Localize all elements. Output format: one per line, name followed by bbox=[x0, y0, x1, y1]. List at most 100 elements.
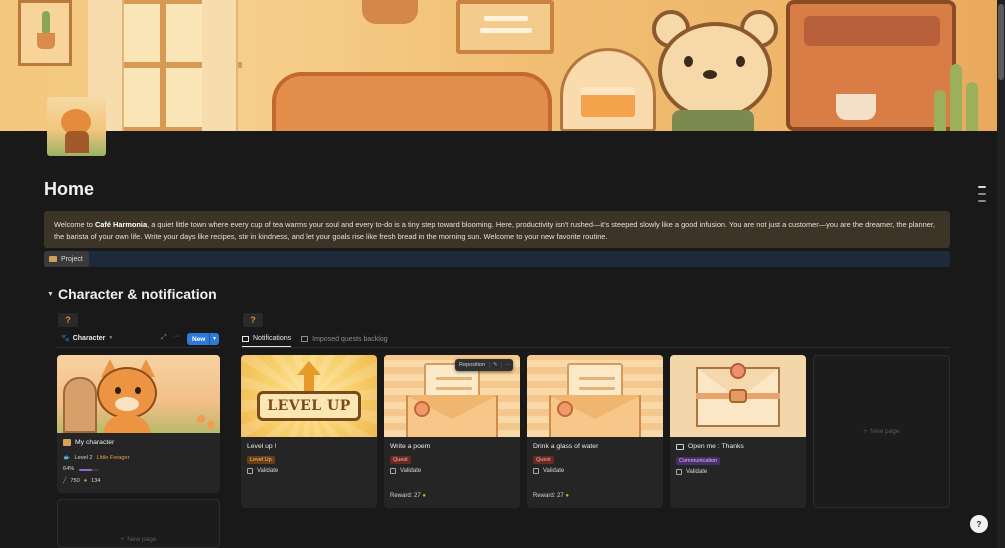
callout-bold: Café Harmonia bbox=[94, 220, 148, 229]
character-card-image bbox=[57, 355, 220, 433]
notifications-view-tabs: Notifications Imposed quests backlog bbox=[242, 331, 388, 347]
progress-text: 64% bbox=[63, 466, 75, 472]
character-card[interactable]: My character 🐟 Level 2 Little Forager 64… bbox=[57, 355, 220, 493]
chevron-down-icon: ▼ bbox=[108, 335, 114, 341]
drink-water-card-image bbox=[527, 355, 663, 437]
cover-cake-dome bbox=[560, 48, 656, 131]
notifications-view-divider bbox=[242, 347, 950, 348]
notifications-new-page-label: New page bbox=[870, 428, 900, 435]
card-title: Write a poem bbox=[390, 443, 431, 450]
character-new-page[interactable]: + New page bbox=[57, 499, 220, 548]
mail-icon bbox=[676, 443, 684, 450]
project-button-label: Project bbox=[61, 255, 83, 263]
validate-checkbox[interactable]: Validate bbox=[247, 468, 278, 474]
more-options-icon[interactable]: ··· bbox=[173, 333, 180, 340]
reward-line: Reward: 27 ● bbox=[390, 493, 426, 499]
cover-lamp bbox=[362, 0, 418, 24]
rose-icon bbox=[730, 363, 746, 379]
notification-card-write-poem[interactable]: Write a poem Quest Validate Reward: 27 ● bbox=[384, 355, 520, 508]
section-heading[interactable]: Character & notification bbox=[58, 286, 217, 302]
reward-line: Reward: 27 ● bbox=[533, 493, 569, 499]
reposition-button[interactable]: Reposition bbox=[455, 362, 489, 368]
status-badge: Quest bbox=[533, 456, 554, 464]
cover-wall-frame bbox=[456, 0, 554, 54]
reward-text: Reward: 27 bbox=[533, 493, 564, 499]
new-button[interactable]: New ▼ bbox=[187, 333, 219, 345]
level-prefix: Level 2 bbox=[74, 454, 93, 461]
page-icon[interactable] bbox=[47, 97, 106, 156]
level-up-card-image: LEVEL UP bbox=[241, 355, 377, 437]
coin-bag-icon: ● bbox=[565, 493, 569, 499]
help-button[interactable]: ? bbox=[970, 515, 988, 533]
cover-plant-frame bbox=[18, 0, 72, 66]
expand-icon[interactable]: ⤢ bbox=[161, 334, 167, 342]
validate-label: Validate bbox=[686, 469, 708, 475]
scrollbar-track[interactable] bbox=[997, 0, 1005, 548]
edit-icon[interactable]: ✎ bbox=[489, 362, 501, 368]
project-button[interactable]: Project bbox=[44, 251, 89, 267]
card-hover-menu: Reposition ✎ ··· bbox=[455, 359, 514, 371]
character-view-divider bbox=[57, 347, 220, 348]
notification-card-drink-water[interactable]: Drink a glass of water Quest Validate Re… bbox=[527, 355, 663, 508]
card-title: Drink a glass of water bbox=[533, 443, 599, 450]
character-view-tab[interactable]: 🐾 Character ▼ bbox=[61, 334, 114, 343]
card-title: Level up ! bbox=[247, 443, 277, 450]
validate-label: Validate bbox=[543, 468, 565, 474]
tab-imposed-quests-backlog[interactable]: Imposed quests backlog bbox=[301, 331, 388, 347]
checkbox-icon[interactable] bbox=[390, 468, 396, 474]
checkbox-icon[interactable] bbox=[533, 468, 539, 474]
gallery-icon bbox=[301, 336, 309, 342]
table-of-contents-icon[interactable] bbox=[978, 186, 986, 207]
character-progress: 64% bbox=[63, 466, 74, 472]
status-badge: Communication bbox=[676, 457, 721, 465]
character-card-title: My character bbox=[63, 439, 114, 446]
validate-checkbox[interactable]: Validate bbox=[533, 468, 564, 474]
cover-sofa bbox=[272, 72, 552, 131]
cover-fern bbox=[930, 56, 986, 131]
question-placeholder-left[interactable]: ? bbox=[58, 313, 78, 327]
validate-checkbox[interactable]: Validate bbox=[676, 469, 707, 475]
callout-rest: , a quiet little town where every cup of… bbox=[54, 220, 935, 241]
gallery-icon bbox=[242, 335, 249, 342]
notification-card-open-me[interactable]: Open me : Thanks Communication Validate bbox=[670, 355, 806, 508]
progress-bar-fill bbox=[79, 469, 92, 471]
page-title[interactable]: Home bbox=[44, 179, 94, 200]
card-title-row: Open me : Thanks bbox=[676, 443, 744, 450]
welcome-callout[interactable]: Welcome to Café Harmonia, a quiet little… bbox=[44, 211, 950, 248]
notifications-new-page[interactable]: + New page bbox=[813, 355, 950, 508]
section-toggle-icon[interactable]: ▼ bbox=[47, 291, 54, 298]
flower-icon bbox=[414, 401, 430, 417]
coin-bag-icon: ● bbox=[83, 478, 88, 484]
checkbox-icon[interactable] bbox=[676, 469, 682, 475]
card-title: Open me : Thanks bbox=[688, 443, 744, 450]
character-new-page-label: New page bbox=[127, 536, 157, 543]
scrollbar-thumb[interactable] bbox=[998, 4, 1004, 80]
coin-bag-icon: ● bbox=[422, 493, 426, 499]
flower-icon bbox=[557, 401, 573, 417]
status-badge: Level Up bbox=[247, 456, 275, 464]
more-options-icon[interactable]: ··· bbox=[500, 362, 514, 368]
character-view-label: Character bbox=[72, 334, 106, 342]
new-button-chevron-icon[interactable]: ▼ bbox=[210, 336, 217, 342]
validate-checkbox[interactable]: Validate bbox=[390, 468, 421, 474]
notification-card-level-up[interactable]: LEVEL UP Level up ! Level Up Validate bbox=[241, 355, 377, 508]
project-bar bbox=[44, 251, 950, 267]
folder-icon bbox=[49, 256, 57, 262]
level-name: Little Forager bbox=[96, 454, 130, 461]
checkbox-icon[interactable] bbox=[247, 468, 253, 474]
character-stats: ╱ 750 ● 134 bbox=[63, 478, 100, 484]
tab-notifications[interactable]: Notifications bbox=[242, 331, 292, 347]
validate-label: Validate bbox=[400, 468, 422, 474]
tab-backlog-label: Imposed quests backlog bbox=[312, 335, 388, 343]
cover-curtain-right bbox=[202, 0, 238, 131]
open-me-card-image bbox=[670, 355, 806, 437]
level-icon: 🐟 bbox=[63, 455, 71, 461]
character-icon bbox=[63, 439, 71, 446]
new-button-label: New bbox=[192, 335, 206, 343]
paw-icon: 🐾 bbox=[61, 335, 70, 342]
wand-icon: ╱ bbox=[63, 478, 67, 484]
question-placeholder-right[interactable]: ? bbox=[243, 313, 263, 327]
callout-lead: Welcome to bbox=[54, 220, 95, 229]
page-cover[interactable] bbox=[0, 0, 997, 131]
level-up-banner: LEVEL UP bbox=[257, 391, 361, 421]
